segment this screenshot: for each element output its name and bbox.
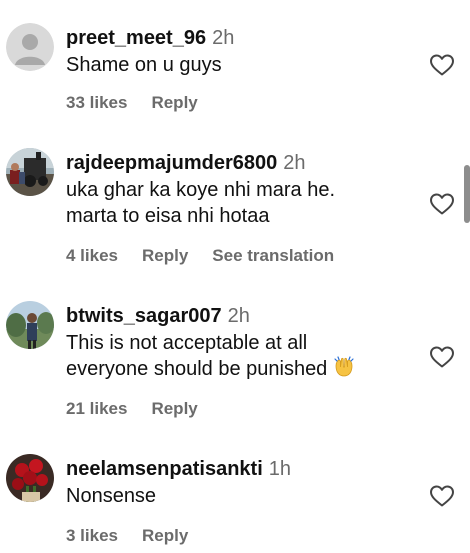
avatar[interactable] (6, 148, 54, 196)
like-count[interactable]: 4 likes (66, 246, 118, 265)
default-avatar-icon (6, 23, 54, 71)
comment-text-line: Shame on u guys (66, 54, 222, 76)
like-count[interactable]: 33 likes (66, 93, 127, 112)
raising-hands-emoji-icon (333, 356, 355, 385)
avatar[interactable] (6, 301, 54, 349)
comment-time: 2h (212, 27, 235, 49)
comments-panel: preet_meet_96 2h Shame on u guys 33 likes… (0, 0, 470, 553)
scrollbar-thumb[interactable] (464, 165, 470, 223)
comment-text-line: This is not acceptable at all (66, 332, 308, 354)
comment-time: 2h (227, 305, 250, 327)
comment-text-line: Nonsense (66, 485, 157, 507)
see-translation-button[interactable]: See translation (212, 246, 334, 265)
roses-photo-avatar (6, 454, 54, 502)
heart-outline-icon (430, 485, 454, 507)
comment-time: 1h (268, 458, 291, 480)
like-button[interactable] (429, 345, 455, 369)
comment-text-line: uka ghar ka koye nhi mara he. (66, 179, 336, 201)
comment-username[interactable]: neelamsenpatisankti (66, 458, 263, 480)
like-count[interactable]: 3 likes (66, 526, 118, 545)
comment-text: Shame on u guys (66, 52, 405, 78)
avatar[interactable] (6, 23, 54, 71)
outdoor-photo-avatar (6, 301, 54, 349)
avatar[interactable] (6, 454, 54, 502)
reply-button[interactable]: Reply (151, 93, 197, 112)
comment-time: 2h (283, 152, 306, 174)
heart-outline-icon (430, 193, 454, 215)
comment-username[interactable]: rajdeepmajumder6800 (66, 152, 277, 174)
comment-text: This is not acceptable at all everyone s… (66, 330, 405, 385)
like-button[interactable] (429, 484, 455, 508)
train-photo-avatar (6, 148, 54, 196)
comment-text-line: everyone should be punished (66, 358, 328, 380)
heart-outline-icon (430, 54, 454, 76)
reply-button[interactable]: Reply (142, 246, 188, 265)
comment-text: Nonsense (66, 483, 405, 509)
reply-button[interactable]: Reply (151, 399, 197, 418)
comment-text: uka ghar ka koye nhi mara he. marta to e… (66, 177, 405, 229)
reply-button[interactable]: Reply (142, 526, 188, 545)
like-button[interactable] (429, 192, 455, 216)
like-button[interactable] (429, 53, 455, 77)
like-count[interactable]: 21 likes (66, 399, 127, 418)
heart-outline-icon (430, 346, 454, 368)
comment-username[interactable]: preet_meet_96 (66, 27, 206, 49)
comment-text-line: marta to eisa nhi hotaa (66, 205, 270, 227)
comment-username[interactable]: btwits_sagar007 (66, 305, 222, 327)
